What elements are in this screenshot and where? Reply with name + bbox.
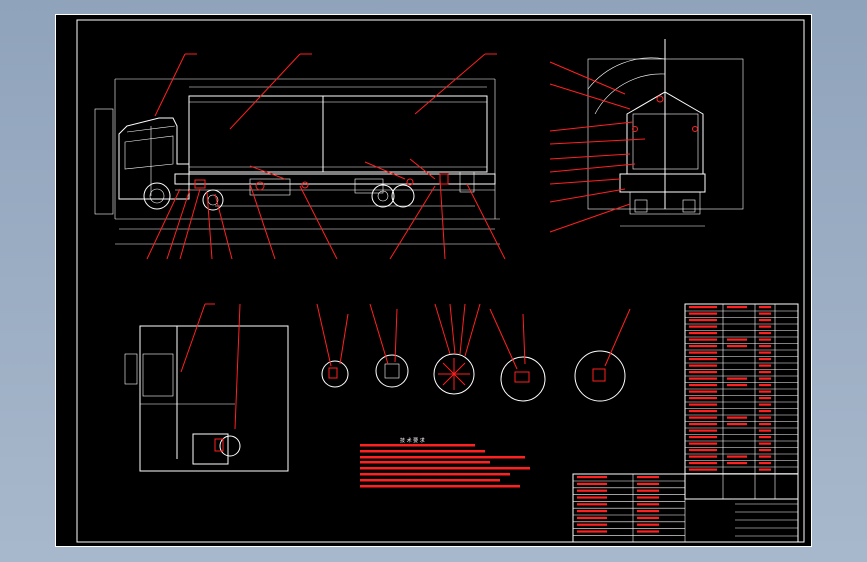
table-cell-fill <box>759 325 771 328</box>
table-cell-fill <box>637 476 659 479</box>
drawing-canvas: 技 术 要 求 (function () {var svg = documen… <box>55 14 812 547</box>
table-cell-fill <box>637 496 659 499</box>
chassis-frame <box>174 173 496 185</box>
table-cell-fill <box>689 449 717 452</box>
table-cell-fill <box>689 442 717 445</box>
table-cell-fill <box>689 436 717 439</box>
table-cell-fill <box>727 338 747 341</box>
table-cell-fill <box>689 429 717 432</box>
table-cell-fill <box>577 496 607 499</box>
table-cell-fill <box>577 503 607 506</box>
table-cell-fill <box>689 332 717 335</box>
table-cell-fill <box>759 410 771 413</box>
table-cell-fill <box>689 384 717 387</box>
table-cell-fill <box>689 462 717 465</box>
rear-wheel-1 <box>202 189 224 211</box>
table-cell-fill <box>689 410 717 413</box>
table-cell-fill <box>759 345 771 348</box>
table-cell-fill <box>727 306 747 309</box>
table-cell-fill <box>689 306 717 309</box>
table-cell-fill <box>727 345 747 348</box>
truck-cab <box>118 117 190 200</box>
table-cell-fill <box>759 416 771 419</box>
table-cell-fill <box>727 377 747 380</box>
detail-circles <box>316 303 631 402</box>
table-cell-fill <box>689 345 717 348</box>
table-cell-fill <box>759 397 771 400</box>
cad-viewport[interactable]: 技 术 要 求 <box>0 0 867 562</box>
table-cell-fill <box>759 364 771 367</box>
table-cell-fill <box>689 371 717 374</box>
detail-view-a <box>124 303 289 472</box>
table-cell-fill <box>637 530 659 533</box>
table-cell-fill <box>727 462 747 465</box>
side-view-callouts <box>146 53 506 260</box>
table-cell-fill <box>689 358 717 361</box>
table-cell-fill <box>577 510 607 513</box>
table-cell-fill <box>689 403 717 406</box>
table-cell-fill <box>759 436 771 439</box>
table-cell-fill <box>637 503 659 506</box>
truck-rear-view <box>549 39 744 233</box>
table-cell-fill <box>759 332 771 335</box>
table-cell-fill <box>577 516 607 519</box>
table-cell-fill <box>759 449 771 452</box>
table-cell-fill <box>759 390 771 393</box>
notes-title: 技 术 要 求 <box>400 437 425 444</box>
table-cell-fill <box>637 516 659 519</box>
table-cell-fill <box>689 319 717 322</box>
table-cell-fill <box>727 423 747 426</box>
table-cell-fill <box>759 462 771 465</box>
table-cell-fill <box>727 455 747 458</box>
table-cell-fill <box>689 416 717 419</box>
table-cell-fill <box>759 306 771 309</box>
table-cell-fill <box>727 416 747 419</box>
front-wheel <box>143 182 171 210</box>
table-cell-fill <box>689 377 717 380</box>
cargo-box <box>188 95 488 173</box>
table-cell-fill <box>759 358 771 361</box>
table-cell-fill <box>759 468 771 471</box>
table-cell-fill <box>637 489 659 492</box>
table-cell-fill <box>759 338 771 341</box>
truck-side-view <box>94 78 500 245</box>
table-cell-fill <box>727 384 747 387</box>
technical-requirements: 技 术 要 求 <box>360 437 530 488</box>
table-cell-fill <box>689 397 717 400</box>
table-cell-fill <box>689 351 717 354</box>
table-cell-fill <box>689 468 717 471</box>
table-cell-fill <box>759 455 771 458</box>
rear-wheel-3 <box>391 184 415 208</box>
table-cell-fill <box>637 510 659 513</box>
drawing-sheet: 技 术 要 求 <box>55 14 812 547</box>
table-cell-fill <box>577 476 607 479</box>
table-cell-fill <box>689 312 717 315</box>
table-cell-fill <box>577 482 607 485</box>
table-cell-fill <box>577 489 607 492</box>
table-cell-fill <box>759 351 771 354</box>
table-cell-fill <box>759 423 771 426</box>
table-cell-fill <box>759 384 771 387</box>
table-cell-fill <box>637 523 659 526</box>
table-cell-fill <box>637 482 659 485</box>
table-cell-fill <box>689 364 717 367</box>
table-cell-fill <box>759 371 771 374</box>
table-cell-fill <box>759 442 771 445</box>
table-cell-fill <box>759 312 771 315</box>
table-cell-fill <box>759 403 771 406</box>
table-cell-fill <box>759 429 771 432</box>
table-cell-fill <box>689 455 717 458</box>
table-cell-fill <box>689 390 717 393</box>
table-cell-fill <box>577 530 607 533</box>
table-cell-fill <box>577 523 607 526</box>
table-cell-fill <box>759 377 771 380</box>
table-cell-fill <box>689 325 717 328</box>
table-cell-fill <box>689 423 717 426</box>
table-cell-fill <box>759 319 771 322</box>
table-cell-fill <box>689 338 717 341</box>
